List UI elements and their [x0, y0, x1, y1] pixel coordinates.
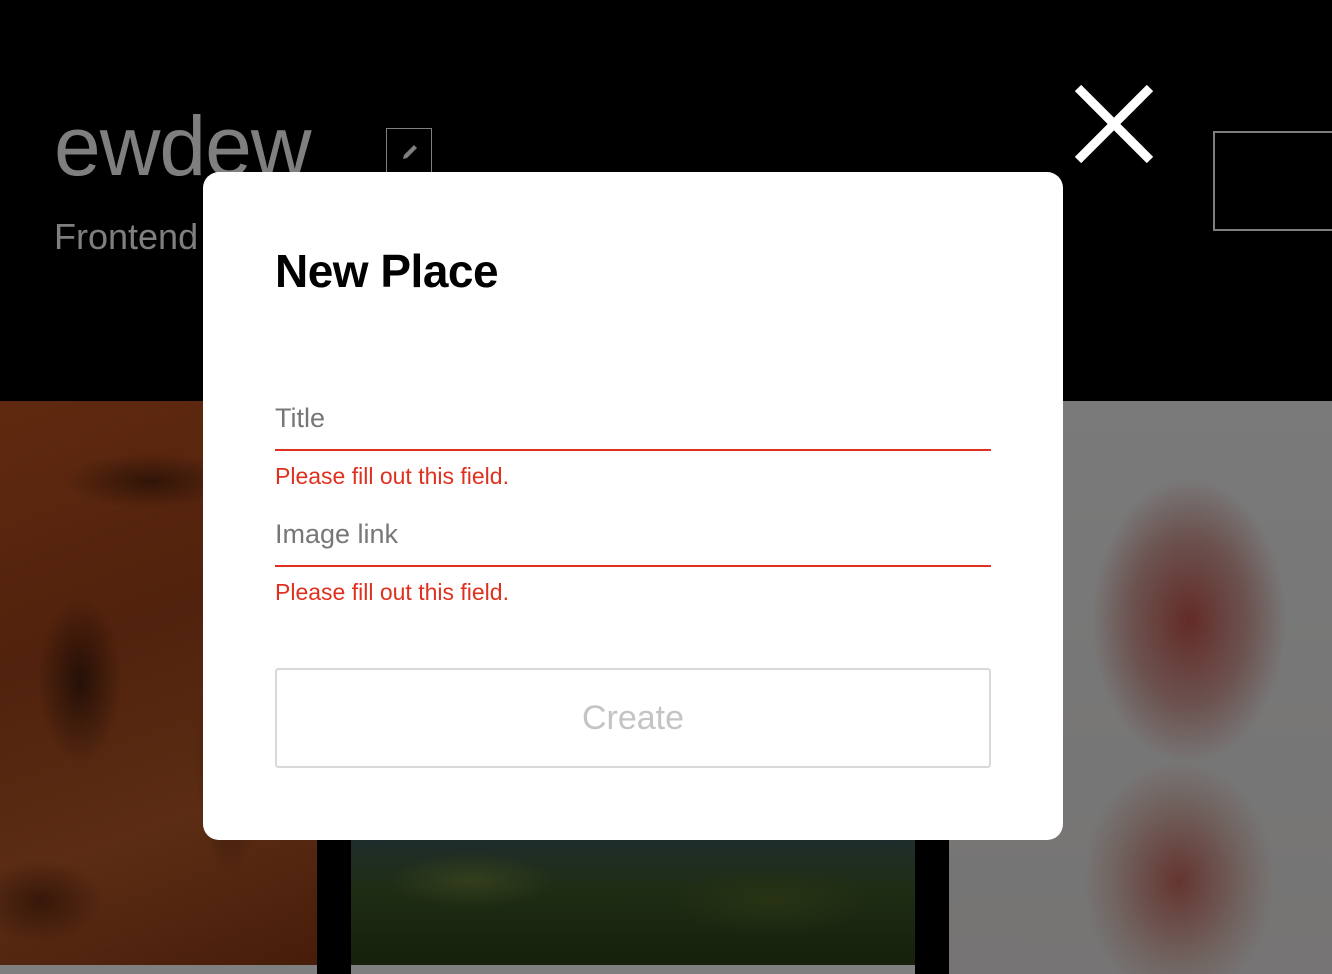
title-error-message: Please fill out this field.	[275, 463, 509, 489]
title-input[interactable]	[275, 399, 991, 451]
new-place-popup: New Place Please fill out this field. Pl…	[203, 172, 1063, 840]
close-icon	[1074, 84, 1154, 164]
image-link-error-message: Please fill out this field.	[275, 579, 509, 605]
popup-title: New Place	[275, 245, 499, 297]
create-button[interactable]: Create	[275, 668, 991, 768]
close-button[interactable]	[1070, 80, 1158, 168]
image-link-input[interactable]	[275, 515, 991, 567]
